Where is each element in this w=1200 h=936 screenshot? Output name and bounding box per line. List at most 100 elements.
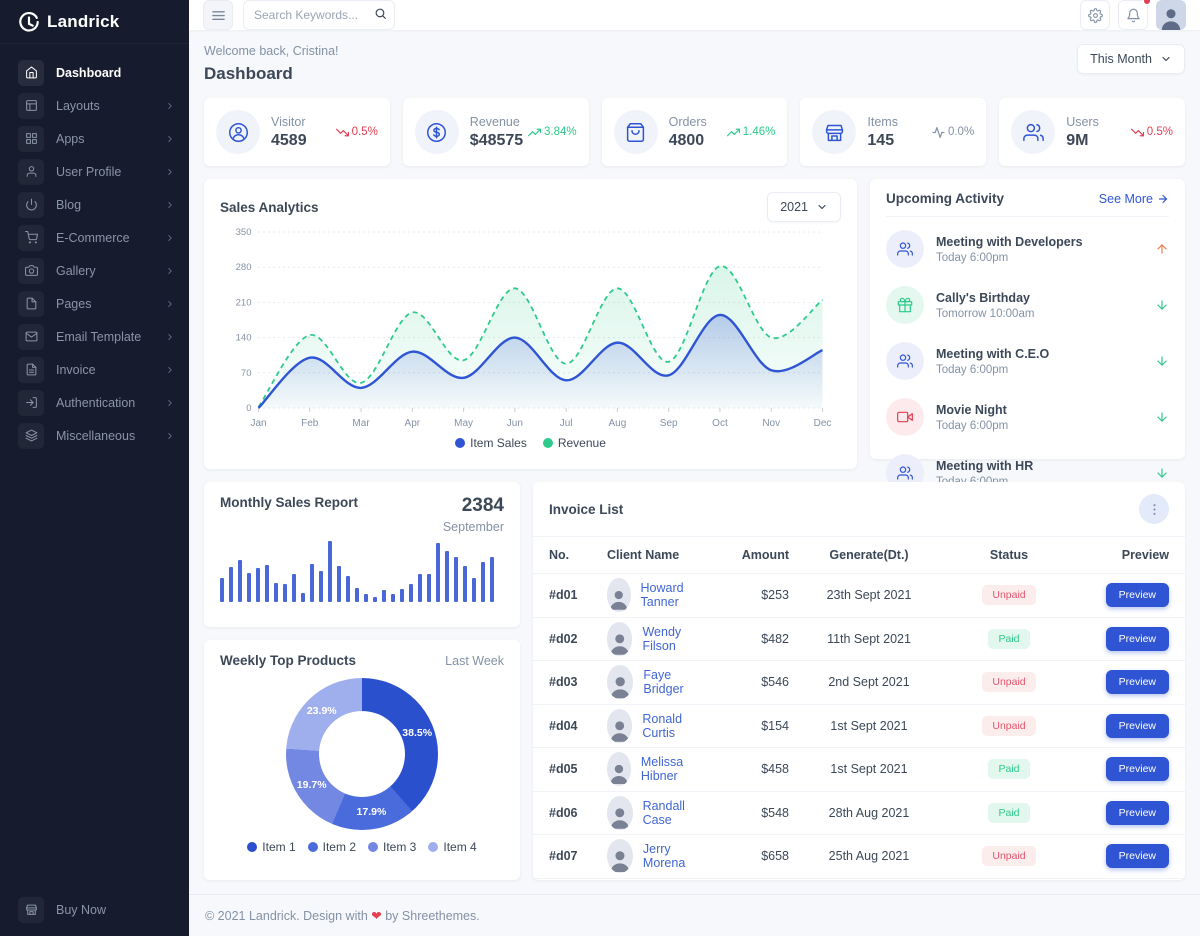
activity-item[interactable]: Cally's BirthdayTomorrow 10:00am — [886, 277, 1169, 333]
notifications-button[interactable] — [1118, 0, 1148, 30]
sidebar-item-apps[interactable]: Apps — [0, 122, 189, 155]
dollar-icon — [415, 110, 459, 154]
arrow-down-icon — [1155, 466, 1169, 480]
preview-button[interactable]: Preview — [1106, 670, 1169, 694]
invoice-number: #d05 — [549, 762, 607, 776]
legend-item-item-sales[interactable]: Item Sales — [455, 436, 527, 450]
see-more-label: See More — [1099, 192, 1153, 206]
sidebar-item-dashboard[interactable]: Dashboard — [0, 56, 189, 89]
svg-text:Jul: Jul — [560, 418, 573, 429]
chevron-right-icon — [165, 233, 175, 243]
sidebar-item-label: Pages — [56, 297, 165, 311]
donut-legend-item[interactable]: Item 2 — [308, 840, 356, 854]
stat-label: Users — [1066, 115, 1099, 129]
activity-item[interactable]: Movie NightToday 6:00pm — [886, 389, 1169, 445]
heart-icon: ❤ — [371, 909, 381, 923]
year-select[interactable]: 2021 — [767, 192, 841, 222]
client-name-link[interactable]: Randall Case — [643, 799, 699, 827]
notification-dot — [1143, 0, 1151, 5]
svg-text:Apr: Apr — [405, 418, 421, 429]
sidebar-toggle-button[interactable] — [203, 0, 233, 30]
buy-now-button[interactable]: Buy Now — [0, 893, 189, 926]
donut-legend-item[interactable]: Item 4 — [428, 840, 476, 854]
mail-icon — [18, 324, 44, 350]
sales-bar — [481, 562, 485, 602]
preview-button[interactable]: Preview — [1106, 627, 1169, 651]
sidebar-item-label: Authentication — [56, 396, 165, 410]
client-name-link[interactable]: Howard Tanner — [641, 581, 699, 609]
svg-text:Feb: Feb — [301, 418, 319, 429]
invoice-table: No.Client NameAmountGenerate(Dt.)StatusP… — [533, 536, 1185, 879]
invoice-table-body: #d01Howard Tanner$25323th Sept 2021Unpai… — [533, 574, 1185, 879]
legend-label: Item 2 — [323, 840, 356, 854]
preview-button[interactable]: Preview — [1106, 757, 1169, 781]
client-name-link[interactable]: Wendy Filson — [642, 625, 699, 653]
sidebar-nav: DashboardLayoutsAppsUser Profile Blog E-Co… — [0, 44, 189, 452]
sales-bar — [445, 551, 449, 602]
period-select[interactable]: This Month — [1077, 44, 1185, 74]
column-header-generate-dt-: Generate(Dt.) — [789, 548, 949, 562]
sidebar-item-gallery[interactable]: Gallery — [0, 254, 189, 287]
legend-item-revenue[interactable]: Revenue — [543, 436, 606, 450]
user-circle-icon — [216, 110, 260, 154]
donut-legend-item[interactable]: Item 3 — [368, 840, 416, 854]
sidebar-item-authentication[interactable]: Authentication — [0, 386, 189, 419]
client-name-link[interactable]: Melissa Hibner — [641, 755, 699, 783]
legend-label: Item Sales — [470, 436, 527, 450]
donut-legend-item[interactable]: Item 1 — [247, 840, 295, 854]
search-icon[interactable] — [374, 7, 387, 20]
bag-icon — [614, 110, 658, 154]
arrow-down-icon — [1155, 354, 1169, 368]
sidebar-item-label: Miscellaneous — [56, 429, 165, 443]
chevron-right-icon — [165, 200, 175, 210]
sidebar-item-invoice[interactable]: Invoice — [0, 353, 189, 386]
activity-item[interactable]: Meeting with DevelopersToday 6:00pm — [886, 221, 1169, 277]
column-header-no-: No. — [549, 548, 607, 562]
chevron-right-icon — [165, 431, 175, 441]
activity-time: Today 6:00pm — [936, 364, 1155, 376]
sidebar-item-email-template[interactable]: Email Template — [0, 320, 189, 353]
preview-button[interactable]: Preview — [1106, 714, 1169, 738]
power-icon — [18, 192, 44, 218]
client-avatar — [607, 578, 631, 612]
sales-bar — [283, 584, 287, 602]
column-header-amount: Amount — [699, 548, 789, 562]
brand[interactable]: Landrick — [0, 0, 189, 44]
invoice-row: #d02Wendy Filson$48211th Sept 2021PaidPr… — [533, 618, 1185, 662]
sidebar-item-blog[interactable]: Blog — [0, 188, 189, 221]
sidebar-item-pages[interactable]: Pages — [0, 287, 189, 320]
preview-button[interactable]: Preview — [1106, 583, 1169, 607]
sidebar-item-user-profile[interactable]: User Profile — [0, 155, 189, 188]
invoice-date: 11th Sept 2021 — [789, 632, 949, 646]
client-name-link[interactable]: Faye Bridger — [643, 668, 699, 696]
svg-text:140: 140 — [236, 333, 252, 344]
sidebar-item-layouts[interactable]: Layouts — [0, 89, 189, 122]
client-avatar — [607, 665, 633, 699]
activity-item[interactable]: Meeting with C.E.OToday 6:00pm — [886, 333, 1169, 389]
legend-label: Item 3 — [383, 840, 416, 854]
invoice-menu-button[interactable] — [1139, 494, 1169, 524]
legend-dot — [455, 438, 465, 448]
client-name-link[interactable]: Ronald Curtis — [642, 712, 699, 740]
arrow-down-icon — [1155, 298, 1169, 312]
search-input[interactable] — [243, 0, 395, 30]
preview-button[interactable]: Preview — [1106, 801, 1169, 825]
grid-icon — [18, 126, 44, 152]
settings-button[interactable] — [1080, 0, 1110, 30]
see-more-link[interactable]: See More — [1099, 192, 1169, 206]
invoice-row: #d06Randall Case$54828th Aug 2021PaidPre… — [533, 792, 1185, 836]
preview-button[interactable]: Preview — [1106, 844, 1169, 868]
bell-icon — [1126, 8, 1141, 23]
sales-bar — [265, 565, 269, 602]
sidebar-item-e-commerce[interactable]: E-Commerce — [0, 221, 189, 254]
sales-bar — [427, 574, 431, 602]
sidebar-item-miscellaneous[interactable]: Miscellaneous — [0, 419, 189, 452]
svg-text:280: 280 — [236, 262, 252, 273]
sidebar-item-label: Blog — [56, 198, 165, 212]
client-name-link[interactable]: Jerry Morena — [643, 842, 699, 870]
users-icon — [886, 230, 924, 268]
legend-dot — [308, 842, 318, 852]
sales-analytics-chart: 070140210280350JanFebMarAprMayJunJulAugS… — [220, 222, 841, 434]
user-avatar[interactable] — [1156, 0, 1186, 30]
client-avatar — [607, 796, 633, 830]
